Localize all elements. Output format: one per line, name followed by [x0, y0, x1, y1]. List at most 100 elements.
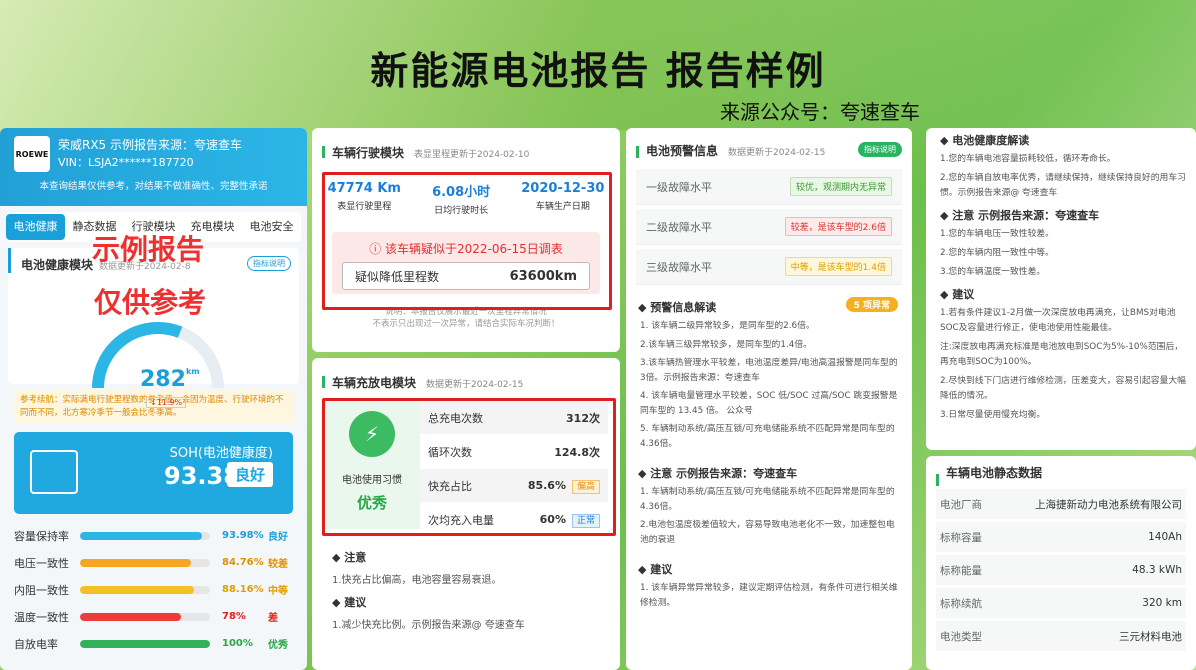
- reduced-mileage: 疑似降低里程数 63600km: [342, 262, 590, 290]
- static-key: 标称容量: [940, 531, 982, 544]
- gauge-drop: ↓11.9%: [146, 397, 187, 408]
- shield-icon: ◆: [940, 134, 953, 147]
- metric-grade: 较差: [268, 559, 288, 570]
- indicator-help-button[interactable]: 指标说明: [858, 142, 902, 157]
- static-row: 标称能量 48.3 kWh: [936, 555, 1186, 585]
- text-line: 1. 车辆制动系统/高压互锁/可充电储能系统不匹配异常是同车型的4.36倍。: [640, 487, 895, 512]
- metric-label: 电压一致性: [14, 556, 69, 570]
- interpret-advice: 1.若有条件建议1-2月做一次深度放电再满充，让BMS对电池SOC及容量进行修正…: [926, 306, 1196, 423]
- metric-bar: [80, 612, 210, 621]
- metric-grade: 良好: [268, 532, 288, 543]
- text-line: 注:深度放电再满充标准是电池放电到SOC为5%-10%范围后，再充电到SOC为1…: [940, 342, 1184, 367]
- static-row: 标称续航 320 km: [936, 588, 1186, 618]
- disclaimer: 本查询结果仅供参考，对结果不做准确性、完整性承诺: [39, 181, 268, 192]
- text-line: 1.若有条件建议1-2月做一次深度放电再满充，让BMS对电池SOC及容量进行修正…: [940, 308, 1176, 333]
- soh-card: SOH(电池健康度) 93.38% 良好: [14, 432, 293, 514]
- text-line: 5. 车辆制动系统/高压互锁/可充电储能系统不匹配异常是同车型的4.36倍。: [640, 424, 895, 449]
- battery-health-panel: ROEWE 荣威RX5 示例报告来源：夸速查车 VIN：LSJA2******1…: [0, 128, 307, 670]
- text-line: 1. 该车辆异常异常较多，建议定期评估检测，有条件可进行相关维修检测。: [640, 583, 898, 608]
- metric-row: 温度一致性 78% 差: [14, 603, 293, 630]
- text-line: 1. 该车辆二级异常较多，是同车型的2.6倍。: [640, 321, 815, 331]
- metric-bar-fill: [80, 531, 203, 540]
- car-name: 荣威RX5 示例报告来源：夸速查车: [58, 138, 243, 152]
- text-line: 2.您的车辆内阻一致性中等。: [940, 248, 1054, 258]
- interpret-title: ◆ 电池健康度解读: [940, 134, 1030, 147]
- fault-level-tag: 较优，观测期内无异常: [789, 177, 892, 196]
- warning-panel: 电池预警信息 数据更新于2024-02-15 指标说明 一级故障水平 较优，观测期内…: [626, 128, 912, 670]
- soh-grade: 良好: [226, 462, 273, 487]
- indicator-help-button[interactable]: 指标说明: [247, 256, 291, 271]
- static-key: 电池厂商: [940, 498, 982, 511]
- interp-title: ◆ 预警信息解读 5 项异常: [638, 297, 912, 315]
- metric-value: 84.76%: [222, 557, 264, 568]
- text-line: 2.您的车辆自放电率优秀，请继续保持，继续保持良好的用车习惯。示例报告来源@ 夸…: [940, 173, 1186, 198]
- metric-grade: 中等: [268, 586, 288, 597]
- charging-panel: 车辆充放电模块 数据更新于2024-02-15 ⚡ 电池使用习惯 优秀 总充电次数…: [312, 358, 620, 670]
- warn-note-title: ◆ 注意 示例报告来源：夸速查车: [638, 467, 798, 480]
- text-line: 1.您的车辆电压一致性较差。: [940, 229, 1054, 239]
- soh-label: SOH(电池健康度): [169, 446, 273, 461]
- text-line: 3.该车辆热管理水平较差，电池温度差异/电池高温报警是同车型的3倍。示例报告来源…: [640, 358, 898, 383]
- metric-row: 容量保持率 93.98% 良好: [14, 522, 293, 549]
- static-value: 320 km: [1142, 597, 1182, 609]
- metric-value: 88.16%: [222, 584, 264, 595]
- text-line: 3.您的车辆温度一致性差。: [940, 267, 1046, 277]
- metric-bar: [80, 531, 210, 540]
- static-key: 标称能量: [940, 564, 982, 577]
- metric-bar-fill: [80, 639, 210, 648]
- tab-battery-safety[interactable]: 电池安全: [242, 214, 301, 240]
- static-rows: 电池厂商 上海捷新动力电池系统有限公司 标称容量 140Ah 标称能量 48.3 kWh 标…: [926, 489, 1196, 651]
- health-metrics: 容量保持率 93.98% 良好 电压一致性 84.76% 较差 内阻一致性 88.16% 中等温…: [14, 522, 293, 657]
- text-line: 2.该车辆三级异常较多，是同车型的1.4倍。: [640, 339, 812, 350]
- static-data-panel: 车辆电池静态数据 电池厂商 上海捷新动力电池系统有限公司 标称容量 140Ah 标称能量…: [926, 456, 1196, 670]
- odometer-alert: ⓘ 该车辆疑似于2022-06-15日调表 疑似降低里程数 63600km: [332, 232, 600, 294]
- interpret-lines: 1.您的车辆电池容量损耗较低，循环寿命长。 2.您的车辆自放电率优秀，请继续保持，…: [926, 152, 1196, 201]
- fault-level-label: 一级故障水平: [646, 180, 712, 194]
- metric-row: 电压一致性 84.76% 较差: [14, 549, 293, 576]
- metric-value: 93.98%: [222, 530, 264, 541]
- health-interpret-panel: ◆ 电池健康度解读 1.您的车辆电池容量损耗较低，循环寿命长。 2.您的车辆自放电…: [926, 128, 1196, 450]
- tab-battery-health[interactable]: 电池健康: [6, 214, 65, 240]
- fault-levels: 一级故障水平 较优，观测期内无异常 二级故障水平 较差，是该车型的2.6倍 三级故障水平…: [626, 169, 912, 285]
- metric-bar: [80, 639, 210, 648]
- metric-row: 自放电率 100% 优秀: [14, 630, 293, 657]
- metric-row: 内阻一致性 88.16% 中等: [14, 576, 293, 603]
- warn-note-list: 1. 车辆制动系统/高压互锁/可充电储能系统不匹配异常是同车型的4.36倍。 2.…: [626, 485, 912, 547]
- shield-icon: ◆: [332, 551, 345, 564]
- metric-bar-fill: [80, 585, 195, 594]
- fault-level-label: 三级故障水平: [646, 260, 712, 274]
- metric-label: 自放电率: [14, 637, 58, 651]
- static-value: 三元材料电池: [1119, 630, 1182, 643]
- interpret-note-title: ◆ 注意 示例报告来源：夸速查车: [940, 209, 1100, 222]
- shield-icon: ◆: [940, 288, 953, 301]
- text-line: 2.电池包温度极差值较大，容易导致电池老化不一致，加速整包电池的衰退: [640, 520, 895, 545]
- alert-text: ⓘ 该车辆疑似于2022-06-15日调表: [369, 242, 563, 256]
- static-value: 48.3 kWh: [1132, 564, 1182, 576]
- fault-level-label: 二级故障水平: [646, 220, 712, 234]
- metric-bar: [80, 558, 210, 567]
- metric-bar: [80, 585, 210, 594]
- source-caption: 来源公众号：夸速查车: [720, 100, 920, 124]
- text-line: 2.尽快到线下门店进行维修检测，压差变大，容易引起容量大幅降低的情况。: [940, 376, 1186, 401]
- gauge-value: 282km: [140, 367, 200, 392]
- charge-advice: 1.减少快充比例。示例报告来源@ 夸速查车: [332, 620, 525, 631]
- charge-advice-title: ◆ 建议: [332, 596, 367, 609]
- metric-value: 78%: [222, 611, 246, 622]
- metric-grade: 差: [268, 613, 278, 624]
- static-value: 上海捷新动力电池系统有限公司: [1035, 498, 1182, 511]
- fault-level-row: 一级故障水平 较优，观测期内无异常: [636, 169, 902, 205]
- watermark-reference: 仅供参考: [94, 286, 207, 319]
- shield-icon: ◆: [332, 596, 345, 609]
- shield-icon: ◆: [638, 563, 651, 576]
- static-row: 电池类型 三元材料电池: [936, 621, 1186, 651]
- warning-icon: ⓘ: [369, 242, 386, 256]
- interpret-notes: 1.您的车辆电压一致性较差。 2.您的车辆内阻一致性中等。 3.您的车辆温度一致性差…: [926, 227, 1196, 280]
- text-line: 1.您的车辆电池容量损耗较低，循环寿命长。: [940, 154, 1116, 164]
- static-key: 电池类型: [940, 630, 982, 643]
- car-vin: VIN：LSJA2******187720: [58, 156, 194, 169]
- interpret-advice-title: ◆ 建议: [940, 288, 975, 301]
- static-key: 标称续航: [940, 597, 982, 610]
- text-line: 3.日常尽量使用慢充均衡。: [940, 410, 1046, 420]
- driving-title: 车辆行驶模块 表显里程更新于2024-02-10: [312, 128, 620, 161]
- fault-level-row: 三级故障水平 中等，是该车型的1.4倍: [636, 249, 902, 285]
